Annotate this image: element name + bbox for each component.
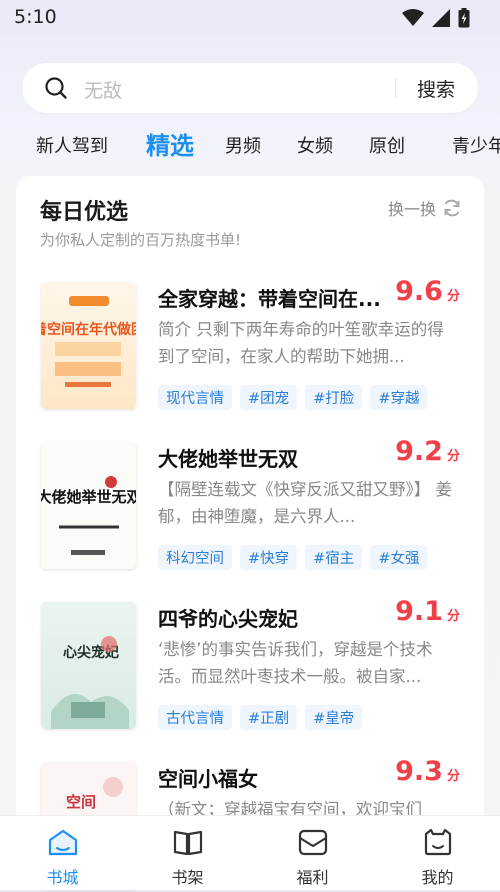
- search-icon[interactable]: [44, 76, 68, 100]
- book-item[interactable]: 带着空间在年代做团宠 全家穿越：带着空间在... 9.6分 简介 只剩下两年寿命…: [16, 276, 484, 412]
- book-title[interactable]: 空间小福女: [158, 763, 258, 792]
- cover-title-text: 大佬她举世无双: [41, 488, 136, 506]
- tab-newcomer[interactable]: 新人驾到: [36, 132, 108, 158]
- book-tags: 现代言情 #团宠 #打脸 #穿越: [158, 385, 428, 410]
- score-unit: 分: [446, 289, 460, 304]
- book-title[interactable]: 四爷的心尖宠妃: [158, 603, 298, 632]
- book-cover[interactable]: 带着空间在年代做团宠: [41, 282, 136, 409]
- book-cover[interactable]: 大佬她举世无双: [41, 442, 136, 569]
- cover-art: 心尖宠妃: [51, 636, 129, 729]
- book-title[interactable]: 全家穿越：带着空间在...: [158, 283, 381, 312]
- search-divider: [395, 77, 396, 99]
- nav-bookshelf[interactable]: 书架: [125, 816, 250, 890]
- nav-mine[interactable]: 我的: [375, 816, 500, 890]
- bookstore-icon: [48, 829, 78, 856]
- profile-icon: [424, 828, 452, 856]
- book-score: 9.3 分: [395, 756, 460, 787]
- category-tabs: 新人驾到 精选 男频 女频 原创 青少年: [0, 126, 500, 162]
- book-description: 简介 只剩下两年寿命的叶笙歌幸运的得到了空间，在家人的帮助下她拥...: [158, 320, 444, 366]
- score-value: 9.1: [395, 596, 443, 627]
- refresh-icon: [444, 199, 460, 217]
- tab-featured[interactable]: 精选: [146, 126, 194, 161]
- book-tag[interactable]: #皇帝: [305, 705, 363, 730]
- nav-label: 我的: [421, 868, 454, 887]
- book-tag[interactable]: #穿越: [370, 385, 428, 410]
- book-tag[interactable]: 现代言情: [158, 385, 232, 410]
- book-score: 9.2 分: [395, 436, 460, 467]
- cover-title-text: 带着空间在年代做团宠: [41, 321, 136, 338]
- book-item[interactable]: 心尖宠妃 四爷的心尖宠妃 9.1 分 ‘悲惨’的事实告诉我们，穿越是个技术活。而显…: [16, 596, 484, 732]
- book-score: 9.1 分: [395, 596, 460, 627]
- search-bar[interactable]: 无敌 搜索: [22, 63, 478, 113]
- section-title: 每日优选: [40, 200, 129, 225]
- status-time: 5:10: [14, 6, 57, 28]
- signal-icon: [432, 9, 450, 27]
- daily-picks-card: 每日优选 为你私人定制的百万热度书单! 换一换 带着空间在年代做团宠 全家穿越：…: [16, 176, 484, 889]
- status-bar: 5:10: [0, 0, 500, 36]
- tab-teen[interactable]: 青少年: [452, 132, 500, 158]
- cover-art: 带着空间在年代做团宠: [41, 296, 136, 387]
- book-item[interactable]: 大佬她举世无双 大佬她举世无双 9.2 分 【隔壁连载文《快穿反派又甜又野》】 姜…: [16, 436, 484, 572]
- status-icons: [402, 8, 470, 28]
- tab-original[interactable]: 原创: [369, 132, 405, 158]
- section-subtitle: 为你私人定制的百万热度书单!: [40, 231, 242, 249]
- bookshelf-icon: [173, 830, 203, 856]
- tab-male[interactable]: 男频: [225, 132, 261, 158]
- book-cover[interactable]: 心尖宠妃: [41, 602, 136, 729]
- book-tag[interactable]: #女强: [370, 545, 428, 570]
- book-tags: 科幻空间 #快穿 #宿主 #女强: [158, 545, 428, 570]
- tab-female[interactable]: 女频: [297, 132, 333, 158]
- book-tag[interactable]: #快穿: [240, 545, 298, 570]
- book-tag[interactable]: #宿主: [305, 545, 363, 570]
- score-unit: 分: [446, 449, 460, 464]
- book-score: 9.6 分: [395, 276, 460, 307]
- book-description: ‘悲惨’的事实告诉我们，穿越是个技术活。而显然叶枣技术一般。被自家...: [158, 640, 433, 686]
- book-tag[interactable]: 科幻空间: [158, 545, 232, 570]
- book-tags: 古代言情 #正剧 #皇帝: [158, 705, 363, 730]
- book-title[interactable]: 大佬她举世无双: [158, 443, 298, 472]
- search-input[interactable]: 无敌: [84, 76, 122, 103]
- nav-welfare[interactable]: 福利: [250, 816, 375, 890]
- score-unit: 分: [446, 769, 460, 784]
- book-tag[interactable]: #团宠: [240, 385, 298, 410]
- book-tag[interactable]: 古代言情: [158, 705, 232, 730]
- book-description: 【隔壁连载文《快穿反派又甜又野》】 姜郁，由神堕魔，是六界人...: [158, 480, 452, 526]
- refresh-label: 换一换: [387, 200, 436, 219]
- nav-label: 福利: [296, 868, 329, 887]
- score-value: 9.6: [395, 276, 443, 307]
- score-unit: 分: [446, 609, 460, 624]
- nav-bookstore[interactable]: 书城: [0, 816, 125, 890]
- score-value: 9.3: [395, 756, 443, 787]
- cover-art: 大佬她举世无双: [41, 476, 136, 555]
- nav-label: 书架: [171, 868, 204, 887]
- wifi-icon: [402, 9, 424, 26]
- book-tag[interactable]: #打脸: [305, 385, 363, 410]
- refresh-button[interactable]: 换一换: [388, 196, 462, 220]
- nav-label: 书城: [46, 868, 79, 887]
- bottom-nav: 书城 书架 福利 我的: [0, 815, 500, 890]
- gift-icon: [298, 829, 328, 856]
- score-value: 9.2: [395, 436, 443, 467]
- book-tag[interactable]: #正剧: [240, 705, 298, 730]
- search-button[interactable]: 搜索: [417, 75, 455, 102]
- cover-title-text: 空间: [66, 793, 96, 811]
- battery-icon: [458, 8, 470, 28]
